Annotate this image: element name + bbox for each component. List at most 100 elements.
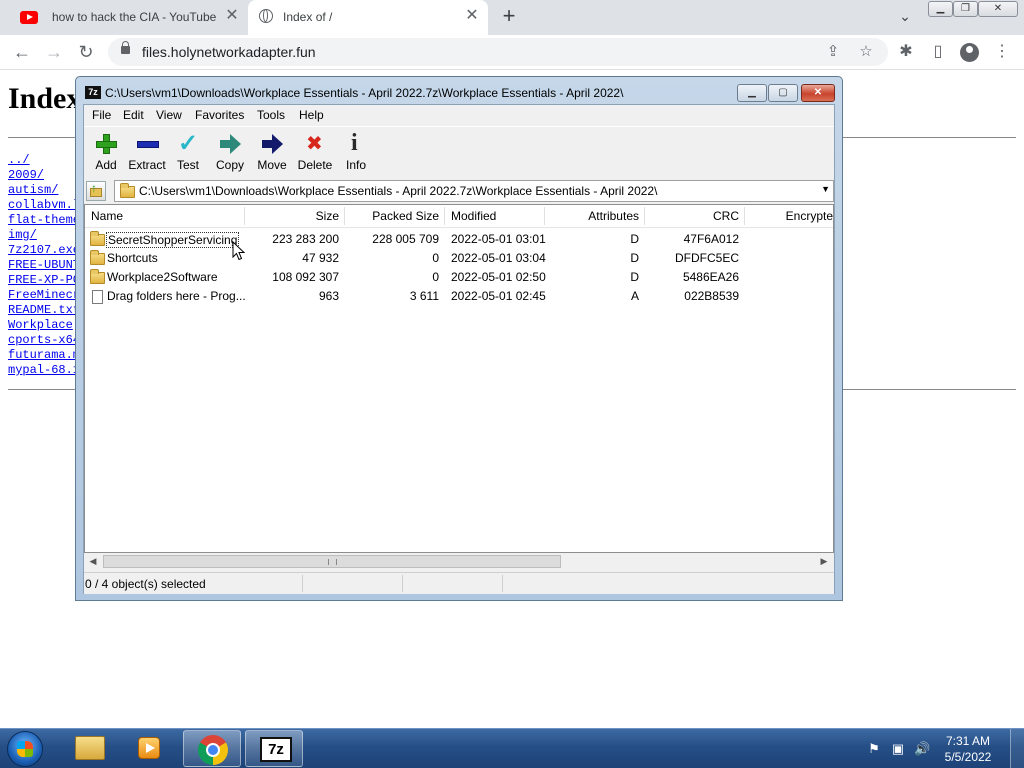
column-separator[interactable] <box>444 207 445 225</box>
taskbar-media-player[interactable] <box>120 730 178 767</box>
dir-link[interactable]: FREE-XP-PC <box>8 273 80 288</box>
dir-link[interactable]: 7z2107.exe <box>8 243 80 258</box>
path-text[interactable]: C:\Users\vm1\Downloads\Workplace Essenti… <box>139 184 657 198</box>
menu-edit[interactable]: Edit <box>123 108 144 122</box>
forward-button[interactable]: → <box>43 41 65 63</box>
profile-avatar-icon[interactable] <box>960 43 979 62</box>
table-row[interactable]: Workplace2Software 108 092 307 0 2022-05… <box>85 268 833 287</box>
url-text[interactable]: files.holynetworkadapter.fun <box>142 44 316 60</box>
file-crc: DFDFC5EC <box>674 251 739 265</box>
maximize-button[interactable]: ❐ <box>953 1 978 17</box>
start-button[interactable] <box>7 731 43 767</box>
folder-icon <box>90 269 105 284</box>
test-label: Test <box>176 158 199 172</box>
folder-up-icon[interactable] <box>86 181 106 201</box>
taskbar-explorer[interactable] <box>60 730 118 767</box>
file-name[interactable]: Shortcuts <box>107 251 158 265</box>
scroll-right-icon[interactable]: ▶ <box>816 554 832 569</box>
menu-view[interactable]: View <box>156 108 182 122</box>
side-panel-icon[interactable]: ▯ <box>928 42 948 62</box>
dir-link[interactable]: flat-theme <box>8 213 80 228</box>
system-clock[interactable]: 7:31 AM 5/5/2022 <box>936 733 1000 765</box>
file-crc: 47F6A012 <box>683 232 739 246</box>
clock-time: 7:31 AM <box>945 734 991 748</box>
bookmark-star-icon[interactable]: ☆ <box>857 43 875 61</box>
copy-label: Copy <box>215 158 244 172</box>
close-tab-icon[interactable]: ✕ <box>464 8 480 24</box>
minimize-button[interactable]: ▁ <box>928 1 953 17</box>
maximize-button[interactable]: ▢ <box>768 84 798 102</box>
extensions-puzzle-icon[interactable]: ✱ <box>896 42 916 62</box>
chrome-menu-icon[interactable]: ⋮ <box>992 42 1012 62</box>
dir-link[interactable]: FREE-UBUNT <box>8 258 80 273</box>
file-name[interactable]: Drag folders here - Prog... <box>107 289 246 303</box>
file-modified: 2022-05-01 03:04 <box>451 251 546 265</box>
close-button[interactable]: ✕ <box>801 84 835 102</box>
dir-link[interactable]: FreeMinecr <box>8 288 80 303</box>
minimize-button[interactable]: ▁ <box>737 84 767 102</box>
move-button[interactable]: Move <box>250 130 294 174</box>
horizontal-scrollbar[interactable]: ◀ ▶ <box>84 553 834 570</box>
table-row[interactable]: Drag folders here - Prog... 963 3 611 20… <box>85 287 833 306</box>
share-icon[interactable]: ⇪ <box>824 43 842 61</box>
dir-link[interactable]: collabvm.l <box>8 198 80 213</box>
delete-button[interactable]: Delete <box>293 130 337 174</box>
file-name[interactable]: Workplace2Software <box>107 270 218 284</box>
action-center-flag-icon[interactable]: ⚑ <box>866 741 882 757</box>
table-row[interactable]: SecretShopperServicing 223 283 200 228 0… <box>85 230 833 249</box>
dir-link[interactable]: mypal-68.1 <box>8 363 80 378</box>
extract-button[interactable]: Extract <box>125 130 169 174</box>
info-button[interactable]: Info <box>334 130 378 174</box>
dir-link[interactable]: Workplace <box>8 318 80 333</box>
file-attributes: D <box>630 270 639 284</box>
close-tab-icon[interactable]: ✕ <box>224 8 240 24</box>
column-modified[interactable]: Modified <box>451 209 496 223</box>
dir-link[interactable]: img/ <box>8 228 80 243</box>
taskbar-7zip[interactable]: 7z <box>245 730 303 767</box>
menu-favorites[interactable]: Favorites <box>195 108 244 122</box>
path-combobox[interactable]: C:\Users\vm1\Downloads\Workplace Essenti… <box>114 180 834 202</box>
file-list[interactable]: Name Size Packed Size Modified Attribute… <box>84 204 834 553</box>
reload-button[interactable]: ↻ <box>75 41 97 63</box>
copy-button[interactable]: Copy <box>208 130 252 174</box>
globe-icon <box>259 9 273 23</box>
dir-link[interactable]: futurama.m <box>8 348 80 363</box>
back-button[interactable]: ← <box>11 41 33 63</box>
tab-index-of[interactable]: Index of / ✕ <box>248 0 488 35</box>
menu-tools[interactable]: Tools <box>257 108 285 122</box>
tab-search-chevron-icon[interactable]: ⌄ <box>896 8 914 26</box>
dir-link[interactable]: ../ <box>8 153 80 168</box>
menu-file[interactable]: File <box>92 108 111 122</box>
file-attributes: D <box>630 232 639 246</box>
dir-link[interactable]: autism/ <box>8 183 80 198</box>
sevenzip-title-bar[interactable]: 7z C:\Users\vm1\Downloads\Workplace Esse… <box>76 77 842 107</box>
column-name[interactable]: Name <box>91 209 123 223</box>
network-icon[interactable]: ▣ <box>890 741 906 757</box>
browser-tab-strip: how to hack the CIA - YouTube ✕ Index of… <box>0 0 1024 35</box>
column-attributes[interactable]: Attributes <box>545 209 639 223</box>
dir-link[interactable]: README.txt <box>8 303 80 318</box>
dir-link[interactable]: cports-x64 <box>8 333 80 348</box>
show-desktop-button[interactable] <box>1010 729 1024 768</box>
volume-icon[interactable]: 🔊 <box>914 741 930 757</box>
close-window-button[interactable]: ✕ <box>978 1 1018 17</box>
dir-link[interactable]: 2009/ <box>8 168 80 183</box>
table-row[interactable]: Shortcuts 47 932 0 2022-05-01 03:04 D DF… <box>85 249 833 268</box>
column-encrypted[interactable]: Encrypte <box>745 209 833 223</box>
dropdown-arrow-icon[interactable]: ▼ <box>821 184 830 194</box>
tab-youtube[interactable]: how to hack the CIA - YouTube ✕ <box>8 0 248 35</box>
scrollbar-thumb[interactable] <box>103 555 561 568</box>
column-size[interactable]: Size <box>245 209 339 223</box>
add-button[interactable]: Add <box>84 130 128 174</box>
column-crc[interactable]: CRC <box>645 209 739 223</box>
test-button[interactable]: Test <box>166 129 210 174</box>
menu-help[interactable]: Help <box>299 108 324 122</box>
new-tab-button[interactable]: + <box>498 5 520 28</box>
scroll-left-icon[interactable]: ◀ <box>85 554 101 569</box>
address-bar[interactable]: files.holynetworkadapter.fun ⇪ ☆ <box>108 38 888 66</box>
file-name[interactable]: SecretShopperServicing <box>106 232 240 248</box>
taskbar-chrome[interactable] <box>183 730 241 767</box>
column-packed-size[interactable]: Packed Size <box>345 209 439 223</box>
lock-icon[interactable] <box>121 41 130 54</box>
move-label: Move <box>257 158 287 172</box>
